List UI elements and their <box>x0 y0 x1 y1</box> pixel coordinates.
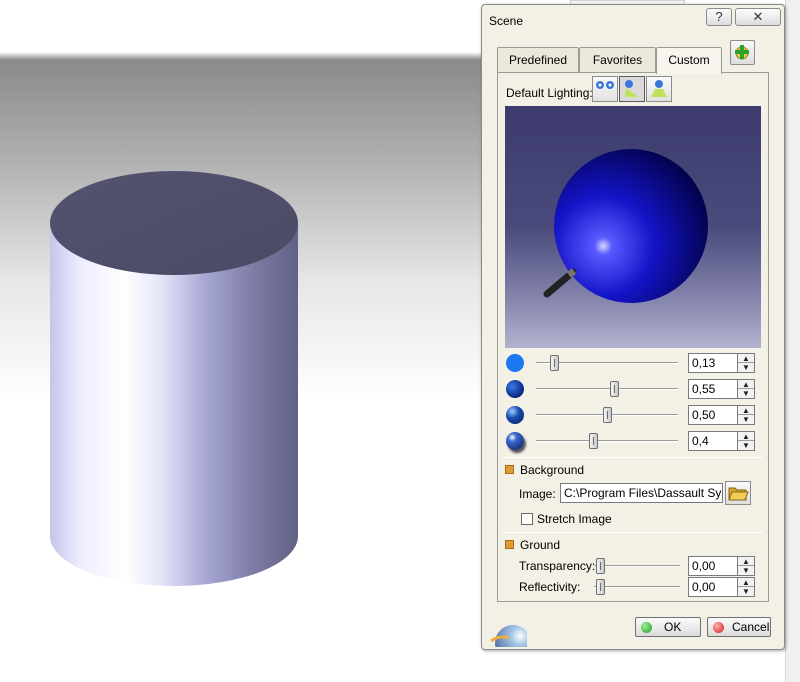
spin-up-icon: ▲ <box>738 578 754 587</box>
cancel-button[interactable]: Cancel <box>707 617 771 637</box>
reflectivity-row: Reflectivity: 0,00 ▲ ▼ <box>498 576 768 598</box>
spin-arrows[interactable]: ▲ ▼ <box>738 405 755 425</box>
stretch-image-label: Stretch Image <box>537 512 612 526</box>
collapse-square-icon <box>505 465 514 474</box>
add-favorite-icon <box>735 45 749 60</box>
divider <box>503 532 763 533</box>
slider-row-diffuse: 0,55 ▲ ▼ <box>498 378 768 400</box>
green-dot-icon <box>641 622 652 633</box>
reflectivity-track[interactable] <box>594 586 680 588</box>
shininess-icon <box>506 432 524 450</box>
lighting-preview[interactable] <box>505 106 761 348</box>
lighting-option-3[interactable] <box>646 76 672 102</box>
spin-down-icon: ▼ <box>742 363 750 372</box>
transparency-label: Transparency: <box>519 559 596 573</box>
diffuse-icon <box>506 380 524 398</box>
light-two-spots-icon <box>596 81 614 89</box>
lighting-option-2[interactable] <box>619 76 645 102</box>
ambient-icon <box>506 354 524 372</box>
slider-thumb[interactable] <box>603 407 612 423</box>
light-neon-icon <box>651 80 667 97</box>
spin-up-icon: ▲ <box>738 406 754 415</box>
lighting-option-1[interactable] <box>592 76 618 102</box>
transparency-thumb[interactable] <box>596 558 605 574</box>
spin-arrows[interactable]: ▲ ▼ <box>738 577 755 597</box>
slider-row-shininess: 0,4 ▲ ▼ <box>498 430 768 452</box>
add-favorite-button[interactable] <box>730 40 755 65</box>
custom-panel: Default Lighting: 0,13 ▲ ▼ 0,55 ▲ ▼ 0,50… <box>497 72 769 602</box>
ground-heading: Ground <box>520 538 561 552</box>
slider-thumb[interactable] <box>610 381 620 397</box>
spin-down-icon: ▼ <box>742 441 750 450</box>
transparency-track[interactable] <box>594 565 680 567</box>
default-lighting-label: Default Lighting: <box>506 86 593 100</box>
spin-up-icon: ▲ <box>738 557 754 566</box>
transparency-value-field[interactable]: 0,00 <box>688 556 738 576</box>
help-button[interactable]: ? <box>706 8 732 26</box>
slider-thumb[interactable] <box>588 433 598 449</box>
scene-dialog: Scene ? ✕ Predefined Favorites Custom De… <box>481 4 785 650</box>
slider-track[interactable] <box>536 388 678 390</box>
tab-favorites[interactable]: Favorites <box>579 47 656 73</box>
specular-icon <box>506 406 524 424</box>
diffuse-value-field[interactable]: 0,55 <box>688 379 738 399</box>
collapse-square-icon <box>505 540 514 549</box>
slider-thumb[interactable] <box>550 355 560 371</box>
help-icon: ? <box>715 9 723 24</box>
background-scrollbar <box>785 0 800 682</box>
spin-down-icon: ▼ <box>742 587 750 596</box>
slider-row-ambient: 0,13 ▲ ▼ <box>498 352 768 374</box>
image-path-field[interactable]: C:\Program Files\Dassault Systèmes <box>560 483 723 503</box>
reflectivity-value-field[interactable]: 0,00 <box>688 577 738 597</box>
ok-button[interactable]: OK <box>635 617 701 637</box>
background-heading: Background <box>520 463 585 477</box>
spin-up-icon: ▲ <box>738 380 754 389</box>
title-bar[interactable]: Scene ? ✕ <box>482 5 784 35</box>
spin-down-icon: ▼ <box>742 389 750 398</box>
close-icon: ✕ <box>752 9 764 24</box>
reflectivity-thumb[interactable] <box>596 579 605 595</box>
light-spot-icon <box>625 80 639 97</box>
spin-up-icon: ▲ <box>738 354 754 363</box>
browse-button[interactable] <box>725 481 751 505</box>
close-button[interactable]: ✕ <box>735 8 781 26</box>
tab-predefined[interactable]: Predefined <box>497 47 579 73</box>
reflectivity-label: Reflectivity: <box>519 580 581 594</box>
specular-value-field[interactable]: 0,50 <box>688 405 738 425</box>
folder-open-icon <box>728 487 749 501</box>
spin-arrows[interactable]: ▲ ▼ <box>738 353 755 373</box>
stretch-image-checkbox[interactable] <box>521 513 533 525</box>
spin-arrows[interactable]: ▲ ▼ <box>738 431 755 451</box>
dialog-title: Scene <box>489 14 524 28</box>
earth-logo-icon <box>490 625 527 647</box>
spin-arrows[interactable]: ▲ ▼ <box>738 379 755 399</box>
tab-custom[interactable]: Custom <box>656 47 722 74</box>
spin-up-icon: ▲ <box>738 432 754 441</box>
spin-down-icon: ▼ <box>742 566 750 575</box>
image-label: Image: <box>519 487 556 501</box>
ambient-value-field[interactable]: 0,13 <box>688 353 738 373</box>
red-dot-icon <box>713 622 724 633</box>
spin-arrows[interactable]: ▲ ▼ <box>738 556 755 576</box>
slider-track[interactable] <box>536 440 678 442</box>
shininess-value-field[interactable]: 0,4 <box>688 431 738 451</box>
spin-down-icon: ▼ <box>742 415 750 424</box>
divider <box>503 457 763 458</box>
slider-row-specular: 0,50 ▲ ▼ <box>498 404 768 426</box>
preview-sphere <box>543 149 708 303</box>
transparency-row: Transparency: 0,00 ▲ ▼ <box>498 555 768 577</box>
